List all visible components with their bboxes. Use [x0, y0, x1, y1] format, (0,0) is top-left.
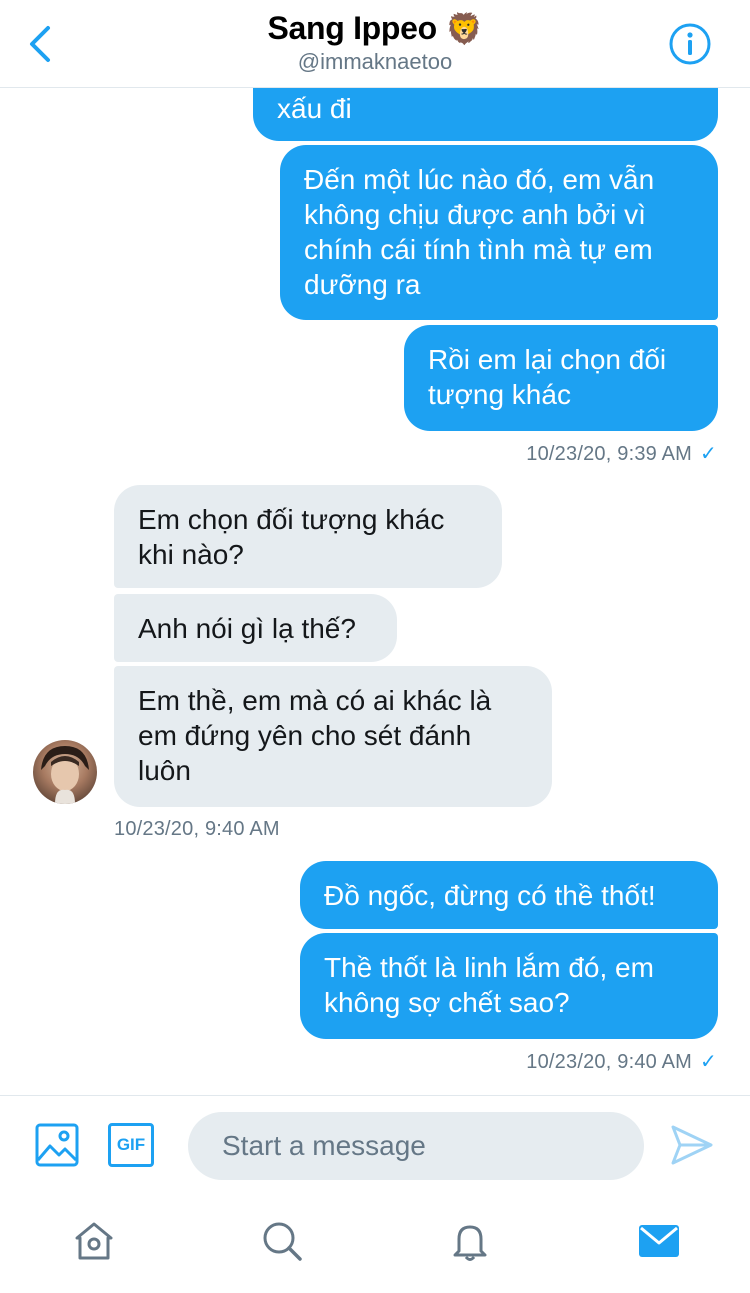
read-check-icon: ✓ [700, 1051, 717, 1073]
conversation-title: Sang Ippeo 🦁 [0, 10, 750, 47]
gif-button[interactable]: GIF [108, 1123, 154, 1167]
message-line: Em thề, em mà có ai khác là [138, 685, 492, 716]
tab-bar [0, 1195, 750, 1293]
outgoing-message[interactable]: xấu đi [253, 88, 718, 141]
incoming-message[interactable]: Anh nói gì lạ thế? [114, 594, 397, 662]
conversation-title-block: Sang Ippeo 🦁 @immaknaetoo [0, 10, 750, 75]
outgoing-message[interactable]: Đồ ngốc, đừng có thề thốt! [300, 861, 718, 929]
outgoing-message[interactable]: Đến một lúc nào đó, em vẫn không chịu đư… [280, 145, 718, 320]
message-timestamp: 10/23/20, 9:40 AM [114, 818, 280, 841]
message-line: tượng khác [428, 379, 571, 410]
outgoing-message[interactable]: Thề thốt là linh lắm đó, em không sợ chế… [300, 933, 718, 1039]
message-text: Đồ ngốc, đừng có thề thốt! [324, 880, 656, 911]
message-line: luôn [138, 755, 191, 786]
contact-handle: @immaknaetoo [297, 49, 453, 74]
send-icon[interactable] [670, 1124, 714, 1166]
message-line: Rồi em lại chọn đối [428, 344, 667, 375]
message-timestamp: 10/23/20, 9:39 AM ✓ [526, 441, 717, 466]
notifications-icon[interactable] [448, 1219, 492, 1263]
message-line: Em chọn đối tượng khác [138, 504, 445, 535]
message-line: chính cái tính tình mà tự em [304, 234, 653, 265]
message-composer: GIF [0, 1095, 750, 1195]
outgoing-message[interactable]: Rồi em lại chọn đối tượng khác [404, 325, 718, 431]
contact-name: Sang Ippeo [267, 10, 437, 46]
message-line: Thề thốt là linh lắm đó, em [324, 952, 654, 983]
image-icon[interactable] [35, 1123, 79, 1167]
message-line: em đứng yên cho sét đánh [138, 720, 472, 751]
incoming-message[interactable]: Em thề, em mà có ai khác là em đứng yên … [114, 666, 552, 807]
conversation-header: Sang Ippeo 🦁 @immaknaetoo [0, 0, 750, 88]
message-line: không sợ chết sao? [324, 987, 570, 1018]
timestamp-text: 10/23/20, 9:39 AM [526, 443, 693, 465]
lion-emoji: 🦁 [445, 12, 483, 47]
message-timestamp: 10/23/20, 9:40 AM ✓ [526, 1049, 717, 1074]
contact-avatar[interactable] [33, 740, 97, 804]
gif-label: GIF [116, 1135, 146, 1154]
messages-icon[interactable] [637, 1221, 681, 1261]
incoming-message[interactable]: Em chọn đối tượng khác khi nào? [114, 485, 502, 588]
message-line: dưỡng ra [304, 269, 421, 300]
message-text: Anh nói gì lạ thế? [138, 613, 356, 644]
timestamp-text: 10/23/20, 9:40 AM [114, 818, 280, 840]
message-line: khi nào? [138, 539, 244, 570]
message-line: không chịu được anh bởi vì [304, 199, 646, 230]
avatar-image [41, 746, 89, 804]
timestamp-text: 10/23/20, 9:40 AM [526, 1051, 693, 1073]
message-input[interactable] [188, 1112, 644, 1180]
message-line: Đến một lúc nào đó, em vẫn [304, 164, 655, 195]
read-check-icon: ✓ [700, 443, 717, 465]
search-icon[interactable] [260, 1219, 304, 1263]
message-text: xấu đi [277, 93, 352, 124]
home-icon[interactable] [72, 1219, 116, 1263]
info-icon[interactable] [668, 22, 712, 66]
message-thread[interactable]: xấu đi Đến một lúc nào đó, em vẫn không … [0, 88, 750, 1095]
